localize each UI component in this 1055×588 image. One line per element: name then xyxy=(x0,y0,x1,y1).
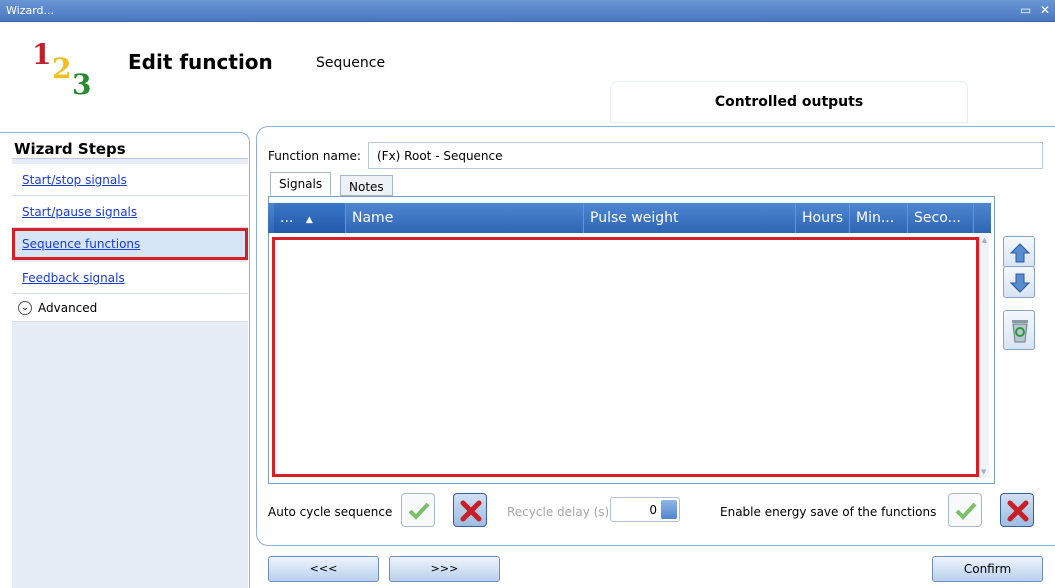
move-down-button[interactable] xyxy=(1003,266,1035,298)
column-header-minutes[interactable]: Min... xyxy=(850,203,908,233)
recycle-delay-stepper[interactable]: 0 xyxy=(610,497,680,522)
advanced-expander[interactable]: ⌄ Advanced xyxy=(12,294,248,322)
step-link-label[interactable]: Feedback signals xyxy=(22,271,125,285)
x-icon xyxy=(1007,500,1029,522)
column-header-name[interactable]: Name xyxy=(346,203,584,233)
x-icon xyxy=(460,500,482,522)
previous-button[interactable]: <<< xyxy=(268,556,379,582)
logo-digit-3: 3 xyxy=(72,68,92,101)
auto-cycle-disable-button[interactable] xyxy=(453,493,487,527)
checkmark-icon xyxy=(408,502,430,520)
column-header-hours[interactable]: Hours xyxy=(796,203,850,233)
window-title: Wizard... xyxy=(6,4,55,17)
tab-signals[interactable]: Signals xyxy=(270,172,332,196)
tab-controlled-outputs[interactable]: Controlled outputs xyxy=(611,82,967,122)
confirm-button[interactable]: Confirm xyxy=(932,556,1043,582)
step-link-label[interactable]: Start/pause signals xyxy=(22,205,137,219)
wizard-logo: 1 2 3 xyxy=(22,38,112,108)
delete-button[interactable] xyxy=(1003,310,1035,350)
restore-icon[interactable]: ▭ xyxy=(1020,3,1031,17)
sort-up-icon: ▲ xyxy=(305,215,313,225)
tab-notes[interactable]: Notes xyxy=(340,175,393,196)
auto-cycle-label: Auto cycle sequence xyxy=(268,505,393,519)
move-down-icon xyxy=(1009,273,1031,293)
move-up-button[interactable] xyxy=(1003,236,1035,268)
step-start-stop-signals[interactable]: Start/stop signals xyxy=(12,164,248,196)
page-title: Edit function xyxy=(128,50,273,74)
energy-save-enable-button[interactable] xyxy=(948,493,982,527)
recycle-delay-label: Recycle delay (s) xyxy=(507,505,610,519)
recycle-bin-icon xyxy=(1012,320,1028,343)
step-feedback-signals[interactable]: Feedback signals xyxy=(12,262,248,294)
scroll-up-icon[interactable]: ▲ xyxy=(980,236,989,244)
recycle-delay-value: 0 xyxy=(649,503,657,517)
highlight-box-grid-body xyxy=(272,237,979,477)
column-header-label: ... xyxy=(280,210,294,226)
highlight-box-sequence-functions xyxy=(12,228,248,260)
window-titlebar: Wizard... ▭ ✕ xyxy=(0,0,1055,22)
auto-cycle-enable-button[interactable] xyxy=(401,493,435,527)
step-start-pause-signals[interactable]: Start/pause signals xyxy=(12,196,248,228)
page-subtitle: Sequence xyxy=(316,55,386,71)
stepper-spin-icon[interactable] xyxy=(661,500,677,519)
step-link-label[interactable]: Start/stop signals xyxy=(22,173,127,187)
scroll-down-icon[interactable]: ▼ xyxy=(981,468,986,476)
column-header-pulse-weight[interactable]: Pulse weight xyxy=(584,203,796,233)
move-up-icon xyxy=(1009,243,1031,263)
logo-digit-1: 1 xyxy=(32,38,52,71)
close-icon[interactable]: ✕ xyxy=(1040,3,1050,17)
energy-save-disable-button[interactable] xyxy=(1000,493,1034,527)
energy-save-label: Enable energy save of the functions xyxy=(720,505,937,519)
grid-scrollbar[interactable]: ▲ ▼ xyxy=(979,236,989,478)
function-name-field[interactable] xyxy=(368,142,1043,169)
function-name-label: Function name: xyxy=(268,149,361,163)
logo-digit-2: 2 xyxy=(52,52,72,85)
chevron-down-icon[interactable]: ⌄ xyxy=(18,301,32,315)
wizard-steps-title: Wizard Steps xyxy=(14,140,126,158)
column-header-select[interactable]: ... ▲ xyxy=(274,203,346,233)
advanced-label: Advanced xyxy=(38,301,98,315)
checkmark-icon xyxy=(955,502,977,520)
column-header-seconds[interactable]: Seco... xyxy=(908,203,974,233)
grid-header: ... ▲ Name Pulse weight Hours Min... Sec… xyxy=(268,203,991,233)
next-button[interactable]: >>> xyxy=(389,556,500,582)
